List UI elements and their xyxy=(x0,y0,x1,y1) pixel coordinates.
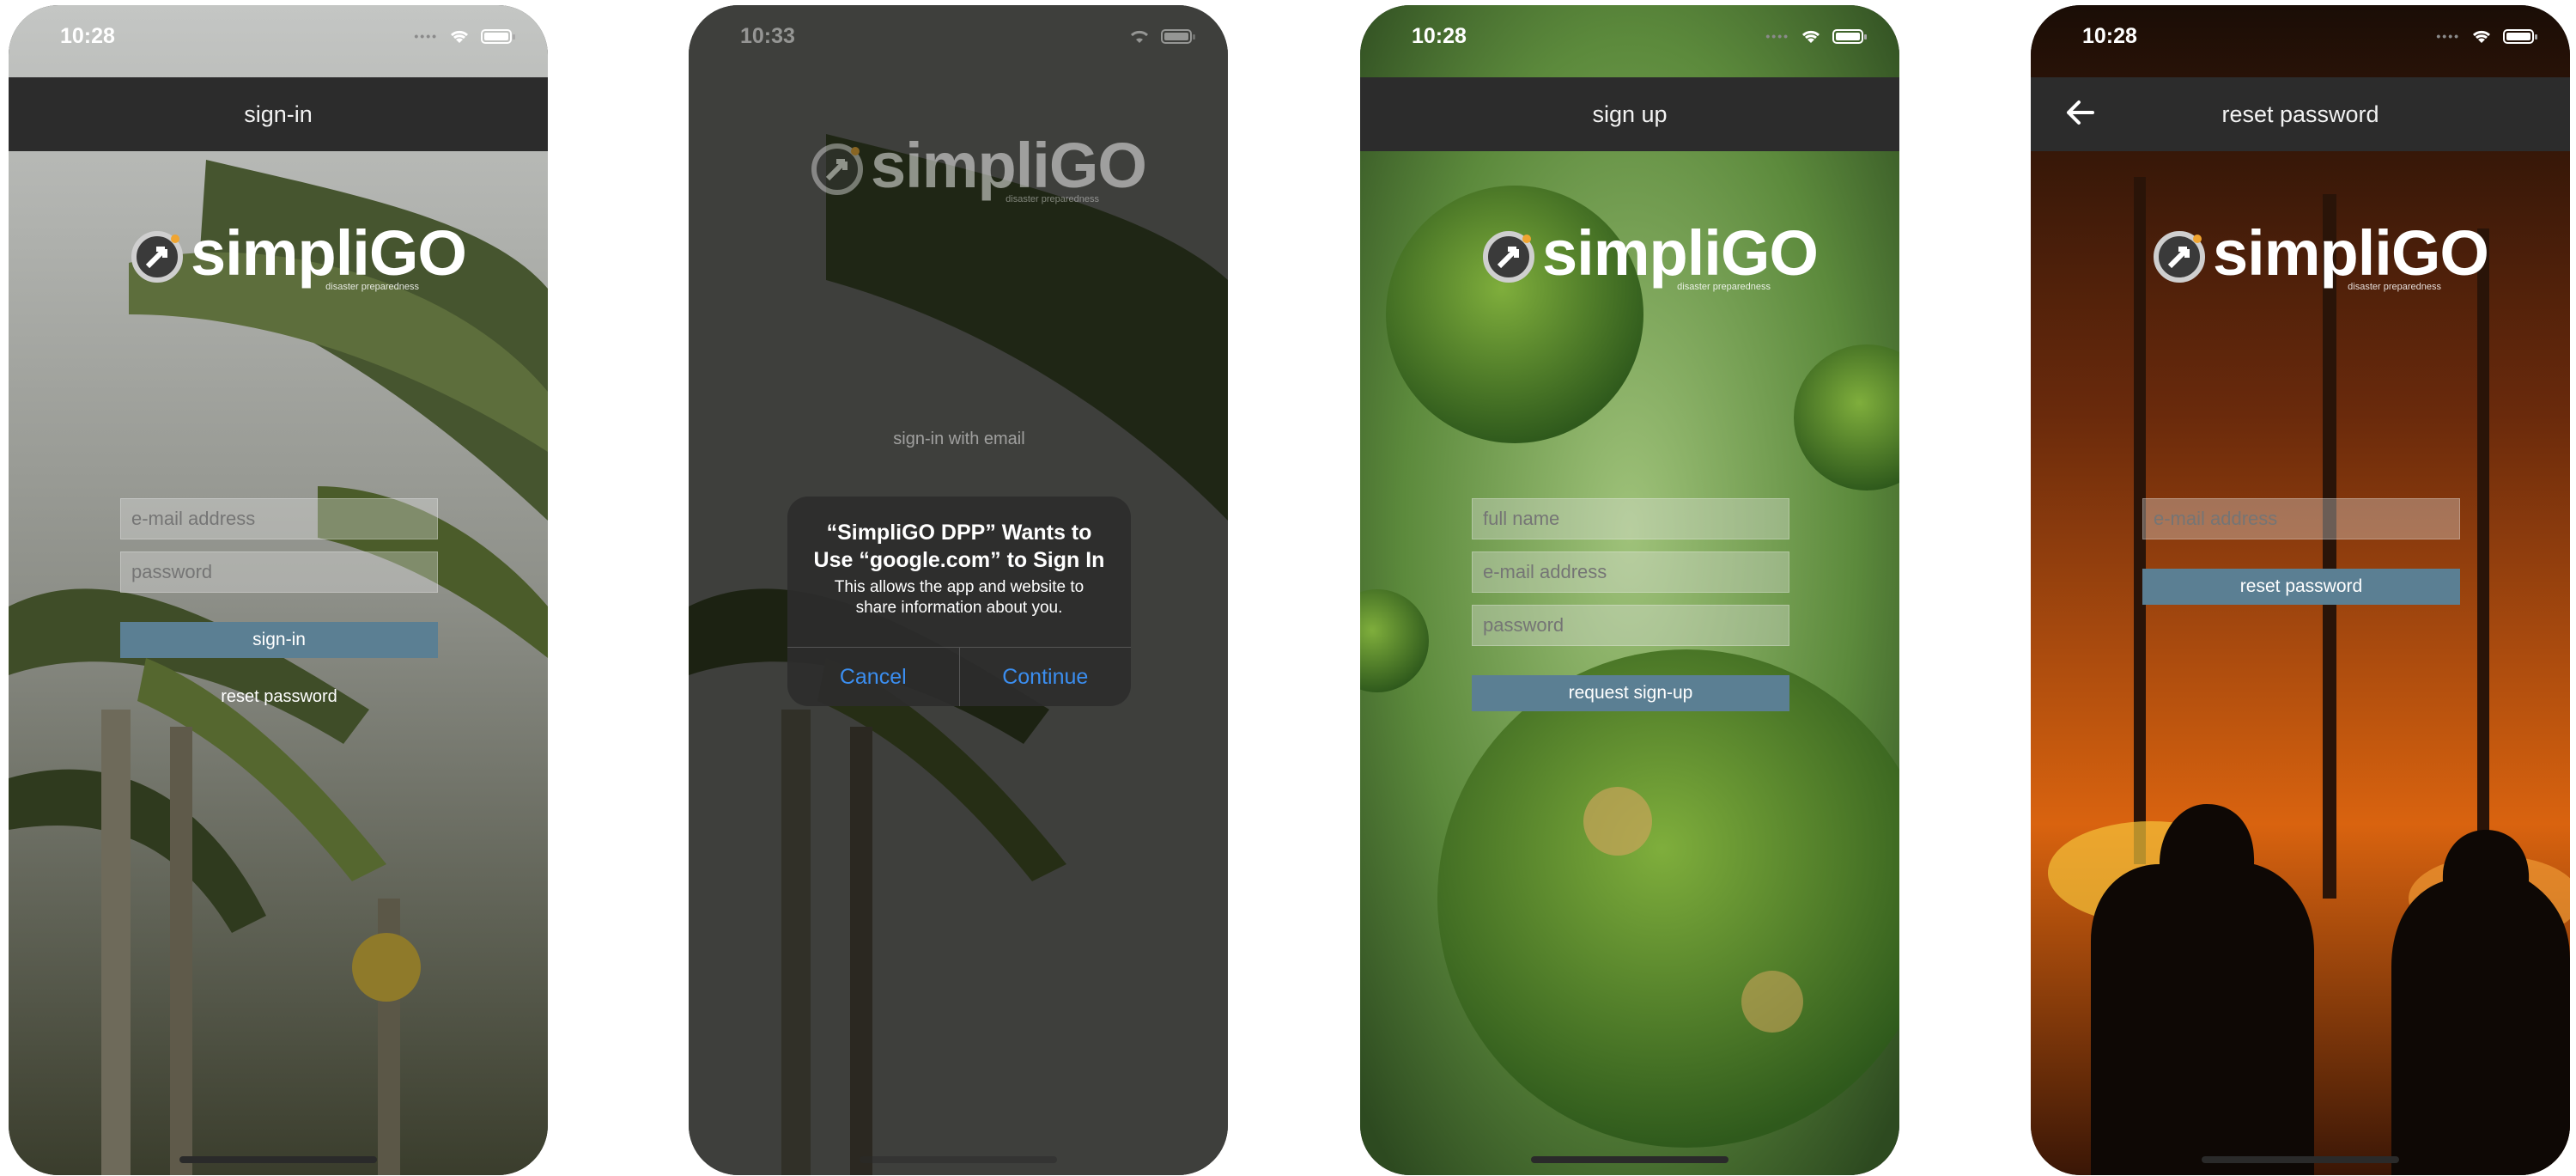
home-indicator xyxy=(1531,1156,1728,1163)
logo-wordmark: simpliGO xyxy=(1542,217,1819,289)
page-title: sign-in xyxy=(244,101,313,127)
alert-message: This allows the app and website to share… xyxy=(834,578,1084,617)
back-arrow-icon[interactable] xyxy=(2062,94,2098,131)
sign-in-button[interactable]: sign-in xyxy=(120,622,438,658)
status-time: 10:33 xyxy=(740,24,795,48)
status-bar: 10:28 •••• xyxy=(9,5,548,72)
navigation-bar: reset password xyxy=(2031,77,2570,151)
email-field[interactable] xyxy=(1472,551,1789,593)
wifi-icon xyxy=(1130,30,1149,43)
wifi-icon xyxy=(2472,30,2491,43)
sign-in-with-email-label: sign-in with email xyxy=(893,430,1025,448)
screen-reset-password: 10:28 •••• reset password simpliGO disas… xyxy=(2031,5,2570,1175)
reset-password-link[interactable]: reset password xyxy=(120,687,438,707)
status-bar: 10:33 xyxy=(689,5,1228,72)
status-time: 10:28 xyxy=(60,24,115,48)
battery-icon xyxy=(481,28,515,44)
reset-password-button[interactable]: reset password xyxy=(2142,569,2460,605)
home-indicator xyxy=(2202,1156,2399,1163)
full-name-field[interactable] xyxy=(1472,498,1789,539)
simpligo-logo: simpliGO disaster preparedness xyxy=(131,217,467,299)
logo-wordmark: simpliGO xyxy=(871,130,1147,201)
request-sign-up-button[interactable]: request sign-up xyxy=(1472,675,1789,711)
signal-icon: •••• xyxy=(1765,29,1789,43)
logo-wordmark: simpliGO xyxy=(2213,217,2489,289)
status-icons: •••• xyxy=(1765,27,1867,45)
logo-mark-icon xyxy=(131,231,183,283)
page-title: sign up xyxy=(1592,101,1668,127)
screen-sign-in-alert: 10:33 simpliGO disaster preparedness sig… xyxy=(689,5,1228,1175)
wifi-icon xyxy=(450,30,469,43)
status-time: 10:28 xyxy=(2082,24,2137,48)
signal-icon: •••• xyxy=(2436,29,2460,43)
continue-button[interactable]: Continue xyxy=(960,648,1132,706)
logo-tagline: disaster preparedness xyxy=(2348,282,2441,292)
email-field[interactable] xyxy=(2142,498,2460,539)
alert-title: “SimpliGO DPP” Wants to Use “google.com”… xyxy=(813,521,1105,572)
wifi-icon xyxy=(1801,30,1820,43)
battery-icon xyxy=(1832,28,1867,44)
status-bar: 10:28 •••• xyxy=(1360,5,1899,72)
status-bar: 10:28 •••• xyxy=(2031,5,2570,72)
simpligo-logo: simpliGO disaster preparedness xyxy=(1482,217,1819,299)
cancel-button[interactable]: Cancel xyxy=(787,648,960,706)
logo-wordmark: simpliGO xyxy=(191,217,467,289)
logo-mark-icon xyxy=(2154,231,2205,283)
signal-icon: •••• xyxy=(414,29,438,43)
navigation-bar: sign-in xyxy=(9,77,548,151)
simpligo-logo: simpliGO disaster preparedness xyxy=(811,130,1147,211)
status-icons: •••• xyxy=(2436,27,2537,45)
password-field[interactable] xyxy=(120,551,438,593)
status-icons xyxy=(1128,27,1195,45)
logo-tagline: disaster preparedness xyxy=(325,282,419,292)
screen-sign-up: 10:28 •••• sign up simpliGO disaster pre… xyxy=(1360,5,1899,1175)
screen-sign-in: 10:28 •••• sign-in simpliGO disaster pre… xyxy=(9,5,548,1175)
alert-actions: Cancel Continue xyxy=(787,647,1131,706)
logo-mark-icon xyxy=(811,143,863,195)
sign-in-permission-alert: “SimpliGO DPP” Wants to Use “google.com”… xyxy=(787,497,1131,706)
status-time: 10:28 xyxy=(1412,24,1467,48)
page-title: reset password xyxy=(2221,101,2379,127)
email-field[interactable] xyxy=(120,498,438,539)
logo-tagline: disaster preparedness xyxy=(1005,194,1099,204)
simpligo-logo: simpliGO disaster preparedness xyxy=(2153,217,2489,299)
password-field[interactable] xyxy=(1472,605,1789,646)
battery-icon xyxy=(2503,28,2537,44)
battery-icon xyxy=(1161,28,1195,44)
home-indicator xyxy=(179,1156,377,1163)
status-icons: •••• xyxy=(414,27,515,45)
logo-mark-icon xyxy=(1483,231,1534,283)
home-indicator xyxy=(860,1156,1057,1163)
logo-tagline: disaster preparedness xyxy=(1677,282,1771,292)
navigation-bar: sign up xyxy=(1360,77,1899,151)
